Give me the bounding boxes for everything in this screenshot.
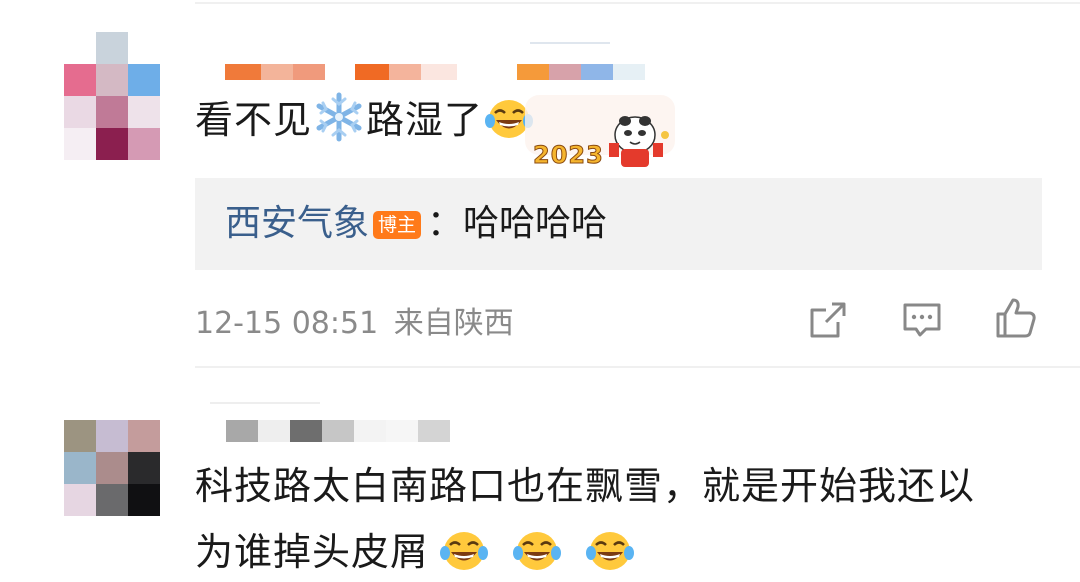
location: 来自陕西 <box>393 306 514 341</box>
snowflake-icon <box>316 92 362 142</box>
laughing-tears-emoji <box>513 532 562 570</box>
top-divider <box>195 2 1080 4</box>
avatar-bottom <box>64 128 160 160</box>
laughing-tears-emoji <box>586 532 635 570</box>
comment-text-part1: 看不见 <box>195 98 313 142</box>
comment-text: 看不见 路湿了 <box>195 90 535 150</box>
share-icon[interactable] <box>806 298 850 342</box>
comment-text-part2: 路湿了 <box>366 98 484 142</box>
reply-separator: ： <box>427 203 464 244</box>
comment-2-line2: 为谁掉头皮屑 <box>195 522 975 582</box>
username-blurred-3[interactable] <box>226 420 450 442</box>
faint-line-2 <box>210 402 320 404</box>
reply-line: 西安气象 博主 ：哈哈哈哈 <box>225 198 607 250</box>
sticker-year: 2023 <box>533 141 604 170</box>
user-badges-blurred <box>517 64 645 80</box>
comment-icon[interactable] <box>900 298 944 342</box>
reply-author[interactable]: 西安气象 <box>225 203 369 244</box>
avatar[interactable] <box>64 32 160 128</box>
comment-text-2: 科技路太白南路口也在飘雪，就是开始我还以 为谁掉头皮屑 <box>195 456 975 582</box>
faint-line <box>530 42 610 44</box>
timestamp: 12-15 08:51 <box>195 306 379 341</box>
avatar-2[interactable] <box>64 420 160 516</box>
like-icon[interactable] <box>994 296 1038 340</box>
username-blurred[interactable] <box>225 64 325 80</box>
username-blurred-2 <box>355 64 457 80</box>
laughing-tears-emoji <box>440 532 489 570</box>
comment-meta: 12-15 08:51 来自陕西 <box>195 298 514 342</box>
comment-2-line1: 科技路太白南路口也在飘雪，就是开始我还以 <box>195 464 976 508</box>
reply-text: 哈哈哈哈 <box>463 203 608 244</box>
reply-preview[interactable]: 西安气象 博主 ：哈哈哈哈 <box>195 178 1042 270</box>
blogger-badge: 博主 <box>373 211 422 239</box>
comment-divider <box>195 366 1080 368</box>
comment-2-line2-text: 为谁掉头皮屑 <box>195 530 430 574</box>
new-year-sticker: 2023 <box>525 95 675 175</box>
